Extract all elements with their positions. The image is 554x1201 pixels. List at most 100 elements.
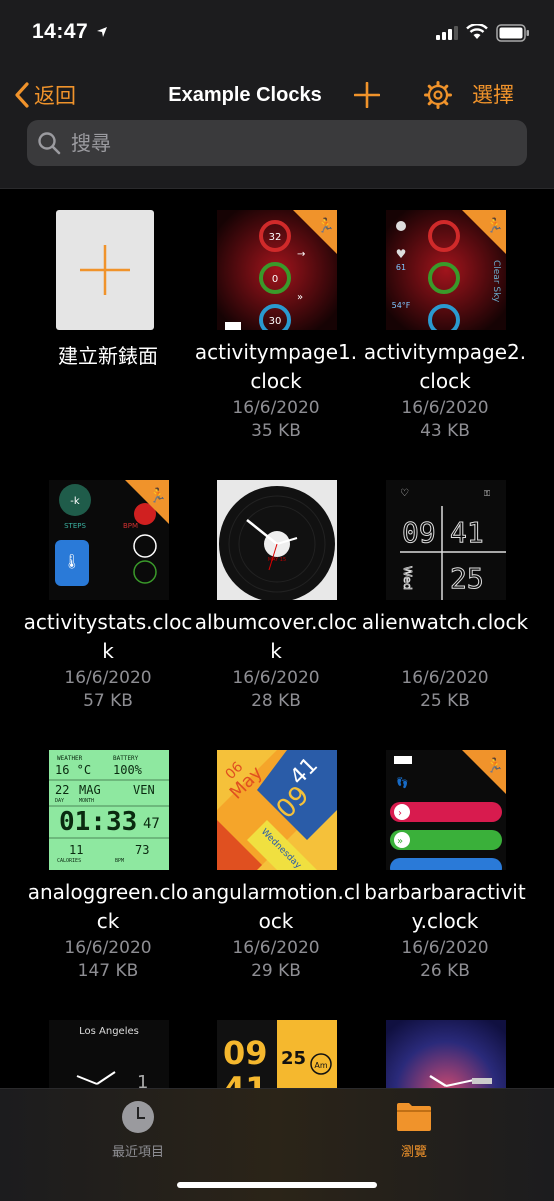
file-date: 16/6/2020: [401, 668, 489, 688]
svg-text:VEN: VEN: [133, 783, 155, 797]
clock-icon: [122, 1101, 154, 1133]
svg-text:BATTERY: BATTERY: [113, 755, 139, 762]
svg-text:0: 0: [272, 274, 278, 285]
file-date: 16/6/2020: [232, 668, 320, 688]
file-date: 16/6/2020: [232, 398, 320, 418]
search-bar[interactable]: [27, 120, 527, 166]
svg-text:41: 41: [223, 1070, 268, 1088]
file-thumbnail[interactable]: ♥ 61 54°F Clear Sky 🏃: [386, 210, 506, 330]
file-grid: 建立新錶面 32 0 30 → » 🏃 activitympage1.clock…: [0, 188, 554, 1088]
watchface-preview: 06 May 41 09 Wednesday: [217, 750, 337, 870]
svg-text:CALORIES: CALORIES: [57, 858, 81, 864]
file-item[interactable]: 06 May 41 09 Wednesday angularmotion.clo…: [191, 728, 361, 988]
home-indicator[interactable]: [177, 1182, 377, 1188]
svg-text:Los Angeles: Los Angeles: [79, 1026, 139, 1037]
file-date: 16/6/2020: [64, 668, 152, 688]
page-title: Example Clocks: [168, 84, 322, 106]
tab-recent[interactable]: 最近項目: [78, 1099, 198, 1160]
location-arrow-icon: [97, 27, 107, 37]
file-thumbnail[interactable]: ♡ ⚿ 09 41 Wed 25: [386, 480, 506, 600]
watchface-preview: MAY 15: [217, 480, 337, 600]
svg-text:⚿: ⚿: [484, 489, 490, 498]
svg-text:30: 30: [269, 316, 282, 327]
watchface-preview: [386, 1020, 506, 1088]
watchface-preview: 👣 › » 🏃: [386, 750, 506, 870]
svg-text:♥: ♥: [396, 247, 407, 261]
file-size: 28 KB: [251, 691, 301, 711]
svg-text:54°F: 54°F: [392, 301, 411, 310]
svg-text:MAY 15: MAY 15: [268, 557, 286, 563]
svg-text:41: 41: [450, 516, 484, 549]
file-item[interactable]: [360, 998, 530, 1088]
file-thumbnail[interactable]: Los Angeles 1: [49, 1020, 169, 1088]
svg-text:32: 32: [269, 232, 282, 243]
file-name: albumcover.clock: [194, 610, 358, 663]
svg-text:👣: 👣: [396, 776, 408, 789]
svg-text:WEATHER: WEATHER: [57, 755, 83, 762]
file-name: alienwatch.clock: [361, 610, 529, 634]
new-watchface-item[interactable]: 建立新錶面: [23, 188, 193, 448]
svg-text:›: ›: [398, 808, 402, 819]
svg-text:09: 09: [223, 1034, 268, 1072]
plus-icon: [80, 245, 130, 295]
svg-text:🏃: 🏃: [486, 217, 503, 234]
navigation-bar: 返回 Example Clocks 選擇: [0, 66, 554, 189]
svg-text:BPM: BPM: [123, 522, 138, 530]
add-button[interactable]: [352, 74, 382, 116]
status-bar: 14:47: [0, 0, 554, 66]
svg-text:Clear Sky: Clear Sky: [491, 260, 501, 303]
svg-text:🏃: 🏃: [486, 757, 503, 774]
file-item[interactable]: -k STEPS 🌡 BPM 🏃 activitystats.clock 16/…: [23, 458, 193, 718]
file-thumbnail[interactable]: WEATHER BATTERY 16 °C 100% 22 MAG VEN DA…: [49, 750, 169, 870]
svg-text:Am: Am: [314, 1061, 327, 1070]
settings-button[interactable]: [423, 74, 453, 116]
file-name: angularmotion.clock: [191, 880, 361, 933]
tab-recent-label: 最近項目: [111, 1145, 164, 1160]
file-item[interactable]: 32 0 30 → » 🏃 activitympage1.clock 16/6/…: [191, 188, 361, 448]
file-item[interactable]: Los Angeles 1: [23, 998, 193, 1088]
battery-icon: [496, 24, 529, 42]
new-watchface-thumbnail[interactable]: [56, 210, 154, 330]
watchface-preview: ♡ ⚿ 09 41 Wed 25: [386, 480, 506, 600]
svg-text:25: 25: [281, 1048, 306, 1069]
file-name: activitympage1.clock: [194, 340, 358, 393]
svg-text:♡: ♡: [400, 488, 409, 499]
file-thumbnail[interactable]: [386, 1020, 506, 1088]
watchface-preview: 32 0 30 → » 🏃: [217, 210, 337, 330]
search-icon: [38, 132, 61, 155]
svg-text:MONTH: MONTH: [79, 798, 94, 804]
svg-text:61: 61: [396, 263, 406, 272]
tab-browse[interactable]: 瀏覽: [354, 1099, 474, 1160]
svg-text:16 °C: 16 °C: [55, 763, 91, 777]
file-thumbnail[interactable]: MAY 15: [217, 480, 337, 600]
svg-text:»: »: [297, 292, 303, 303]
watchface-preview: ♥ 61 54°F Clear Sky 🏃: [386, 210, 506, 330]
svg-text:→: →: [297, 249, 305, 260]
file-thumbnail[interactable]: 06 May 41 09 Wednesday: [217, 750, 337, 870]
svg-text:73: 73: [135, 843, 149, 857]
file-thumbnail[interactable]: -k STEPS 🌡 BPM 🏃: [49, 480, 169, 600]
cellular-signal-icon: [436, 26, 458, 40]
svg-text:11: 11: [69, 843, 83, 857]
svg-text:🏃: 🏃: [149, 487, 166, 504]
file-thumbnail[interactable]: 32 0 30 → » 🏃: [217, 210, 337, 330]
file-size: 25 KB: [420, 691, 470, 711]
file-name: barbarbaractivity.clock: [364, 880, 526, 933]
svg-text:BPM: BPM: [115, 858, 124, 864]
search-input[interactable]: [69, 130, 513, 156]
svg-text:»: »: [397, 836, 403, 847]
svg-text:MAG: MAG: [79, 783, 101, 797]
file-item[interactable]: WEATHER BATTERY 16 °C 100% 22 MAG VEN DA…: [23, 728, 193, 988]
file-item[interactable]: 👣 › » 🏃 barbarbaractivity.clock 16/6/202…: [360, 728, 530, 988]
file-item[interactable]: 09 41 25 Am: [191, 998, 361, 1088]
file-thumbnail[interactable]: 09 41 25 Am: [217, 1020, 337, 1088]
svg-text:🏃: 🏃: [317, 217, 334, 234]
select-button[interactable]: 選擇: [472, 74, 514, 116]
svg-text:25: 25: [450, 562, 484, 595]
watchface-preview: -k STEPS 🌡 BPM 🏃: [49, 480, 169, 600]
file-item[interactable]: ♡ ⚿ 09 41 Wed 25 alienwatch.clock 16/6/2…: [360, 458, 530, 718]
file-item[interactable]: MAY 15 albumcover.clock 16/6/2020 28 KB: [191, 458, 361, 718]
file-thumbnail[interactable]: 👣 › » 🏃: [386, 750, 506, 870]
svg-text:STEPS: STEPS: [64, 522, 86, 530]
file-item[interactable]: ♥ 61 54°F Clear Sky 🏃 activitympage2.clo…: [360, 188, 530, 448]
